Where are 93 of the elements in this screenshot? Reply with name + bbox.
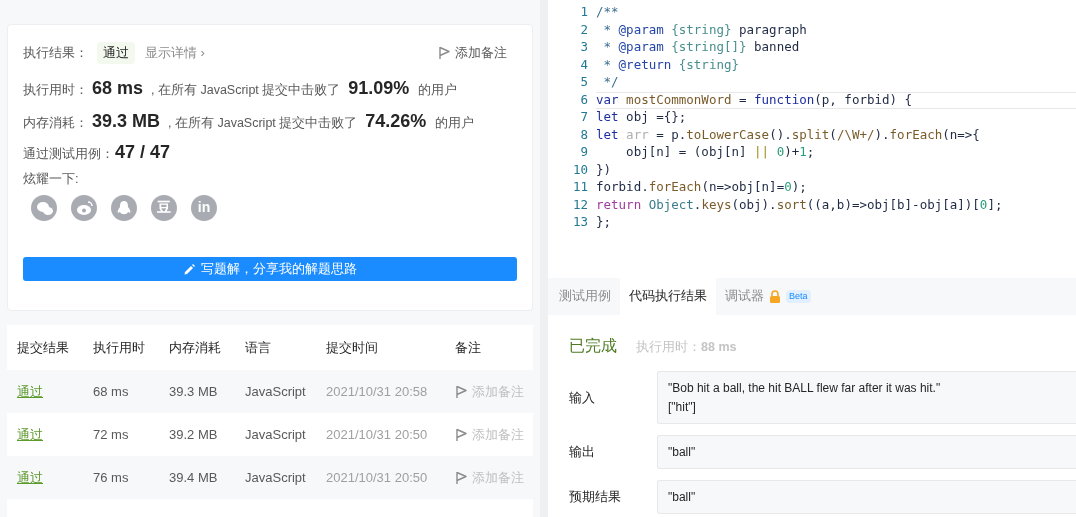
code-line: let obj ={}; <box>596 109 688 127</box>
line-number: 3 <box>579 38 588 57</box>
line-number: 5 <box>579 73 588 92</box>
status-text: 已完成 <box>569 336 617 356</box>
line-number: 9 <box>579 143 588 162</box>
code-line: * @return {string} <box>602 56 740 74</box>
table-cell: 39.4 MB <box>169 469 218 485</box>
code-line: let arr = p.toLowerCase().split(/\W+/).forEach(n=>{ <box>596 126 981 144</box>
code-line: obj[n] = (obj[n] || 0)+1; <box>625 144 816 162</box>
tests-label: 通过测试用例： <box>23 145 115 163</box>
stat-text: , 在所有 JavaScript 提交中击败了 <box>151 82 341 99</box>
line-number: 10 <box>571 160 588 179</box>
line-number: 6 <box>579 90 588 109</box>
share-button[interactable]: in <box>191 194 217 221</box>
lock-icon <box>769 290 781 303</box>
stat-suffix: 的用户 <box>435 115 475 132</box>
beta-badge: Beta <box>786 289 811 304</box>
flag-icon <box>438 46 450 60</box>
table-cell: JavaScript <box>245 426 306 442</box>
details-link[interactable]: 显示详情 › <box>145 43 205 63</box>
write-solution-button[interactable]: 写题解，分享我的解题思路 <box>23 256 517 281</box>
stat-value: 68 ms <box>92 77 144 100</box>
flag-icon <box>455 384 467 399</box>
line-number: 4 <box>579 55 588 74</box>
status-link[interactable]: 通过 <box>17 383 43 399</box>
share-button[interactable]: 豆 <box>151 194 177 221</box>
table-cell: JavaScript <box>245 469 306 485</box>
line-number: 13 <box>571 213 588 232</box>
value-text: "ball" <box>668 444 697 461</box>
column-header: 提交时间 <box>326 338 379 357</box>
column-header: 执行用时 <box>93 338 146 357</box>
add-note-button[interactable]: 添加备注 <box>438 43 507 63</box>
status-link[interactable]: 通过 <box>17 469 43 485</box>
stat-percent: 74.26% <box>365 110 427 133</box>
flag-icon <box>455 427 467 442</box>
chat-icon <box>35 199 53 216</box>
share-button[interactable] <box>31 194 57 221</box>
console-tab[interactable]: 代码执行结果 <box>620 278 716 315</box>
table-cell: 2021/10/31 20:50 <box>326 469 428 485</box>
code-line: }) <box>596 161 613 179</box>
table-cell: 76 ms <box>93 469 129 485</box>
column-header: 备注 <box>455 338 482 357</box>
swirl-icon <box>75 199 93 216</box>
table-cell: JavaScript <box>245 383 306 399</box>
code-line: }; <box>596 214 613 232</box>
result-label: 执行结果： <box>23 44 89 63</box>
table-cell: 2021/10/31 20:58 <box>326 383 428 399</box>
line-number: 2 <box>579 20 588 39</box>
code-line: forbid.forEach(n=>obj[n]=0); <box>596 179 808 197</box>
share-label: 炫耀一下: <box>23 170 80 188</box>
penguin-icon <box>115 199 133 216</box>
table-cell: 39.2 MB <box>169 426 218 442</box>
pencil-icon <box>183 262 196 275</box>
runtime-text: 执行用时：88 ms <box>636 339 737 356</box>
table-cell: 2021/10/31 20:50 <box>326 426 428 442</box>
column-header: 提交结果 <box>17 338 70 357</box>
value-text: ["hit"] <box>668 399 697 416</box>
code-line: * @param {string[]} banned <box>602 39 801 57</box>
code-line: var mostCommonWord = function(p, forbid) { <box>596 91 1076 109</box>
status-link[interactable]: 通过 <box>17 426 43 442</box>
value-text: "Bob hit a ball, the hit BALL flew far after it was hit." <box>668 380 942 397</box>
share-button[interactable] <box>111 194 137 221</box>
flag-icon <box>455 470 467 485</box>
result-label: 预期结果 <box>569 488 622 507</box>
code-line: * @param {string} paragraph <box>602 21 808 39</box>
status-badge: 通过 <box>97 42 135 64</box>
stat-percent: 91.09% <box>348 77 410 100</box>
stat-suffix: 的用户 <box>418 82 458 99</box>
table-cell: 39.3 MB <box>169 383 218 399</box>
stat-value: 39.3 MB <box>92 110 161 133</box>
value-text: "ball" <box>668 489 697 506</box>
share-button[interactable] <box>71 194 97 221</box>
add-note-button[interactable]: 添加备注 <box>455 424 524 445</box>
column-header: 语言 <box>245 338 272 357</box>
stat-label: 执行用时： <box>23 81 89 99</box>
stat-label: 内存消耗： <box>23 114 89 132</box>
line-number: 12 <box>571 195 588 214</box>
line-number: 7 <box>579 108 588 127</box>
line-number: 1 <box>579 3 588 22</box>
code-line: */ <box>602 74 620 92</box>
line-number: 8 <box>579 125 588 144</box>
code-line: /** <box>596 4 620 22</box>
result-label: 输入 <box>569 388 596 407</box>
stat-text: , 在所有 JavaScript 提交中击败了 <box>168 115 358 132</box>
table-cell: 72 ms <box>93 426 129 442</box>
column-header: 内存消耗 <box>169 338 222 357</box>
line-number: 11 <box>571 178 588 197</box>
table-cell: 68 ms <box>93 383 129 399</box>
code-line: return Object.keys(obj).sort((a,b)=>obj[b]-obj[a])[0]; <box>596 196 1004 214</box>
result-label: 输出 <box>569 443 596 462</box>
console-tab[interactable]: 测试用例 <box>550 278 620 315</box>
console-tab[interactable]: 调试器 Beta <box>716 278 820 315</box>
tests-value: 47 / 47 <box>115 141 171 164</box>
